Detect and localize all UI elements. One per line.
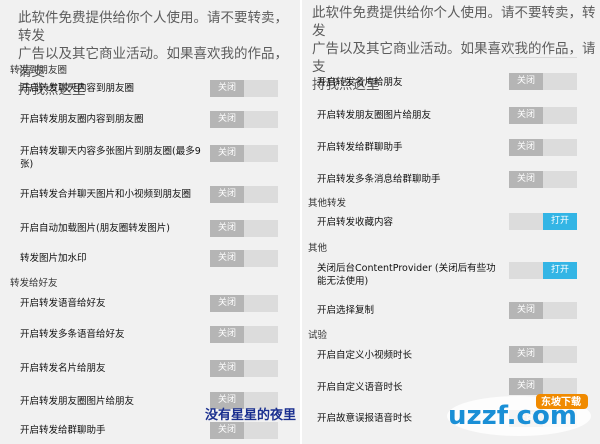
toggle-knob: 关闭 (210, 326, 244, 343)
setting-label: 开启转发语音给好友 (20, 298, 106, 309)
section-header-friends: 转发给好友 (10, 278, 58, 289)
toggle-switch[interactable]: 关闭 (210, 111, 278, 128)
notice-line: 广告以及其它商业活动。如果喜欢我的作品，请支 (312, 41, 596, 75)
toggle-knob: 关闭 (210, 145, 244, 162)
toggle-knob: 关闭 (210, 295, 244, 312)
setting-label: 开启转发名片给朋友 (20, 363, 106, 374)
toggle-switch[interactable]: 关闭 (509, 73, 577, 90)
setting-label: 开启转发朋友圈图片给朋友 (20, 396, 135, 407)
setting-label: 开启转发名片给朋友 (317, 77, 403, 88)
setting-label: 开启故意误报语音时长 (317, 413, 413, 424)
setting-label: 开启自定义语音时长 (317, 382, 403, 393)
section-header-moments: 转发到朋友圈 (10, 65, 68, 76)
setting-label: 开启转发朋友圈内容到朋友圈 (20, 114, 144, 125)
toggle-knob: 关闭 (509, 302, 543, 319)
toggle-switch[interactable]: 关闭 (509, 171, 577, 188)
uzzf-logo: uzzf.com 东坡下载 (447, 394, 591, 436)
toggle-knob: 关闭 (210, 360, 244, 377)
watermark-text: 没有星星的夜里 (205, 408, 297, 423)
setting-label: 开启转发聊天内容到朋友圈 (20, 83, 135, 94)
setting-label: 开启选择复制 (317, 305, 375, 316)
toggle-switch[interactable]: 关闭 (210, 186, 278, 203)
section-header-other-forward: 其他转发 (308, 198, 347, 209)
toggle-switch[interactable]: 关闭 (210, 422, 278, 439)
toggle-switch[interactable]: 关闭 (210, 295, 278, 312)
toggle-switch[interactable]: 打开 (509, 213, 577, 230)
toggle-switch[interactable]: 关闭 (210, 220, 278, 237)
setting-label: 转发图片加水印 (20, 253, 87, 264)
setting-label: 开启自定义小视频时长 (317, 350, 413, 361)
toggle-knob: 关闭 (210, 80, 244, 97)
toggle-switch[interactable]: 关闭 (210, 360, 278, 377)
setting-label: 开启转发聊天内容多张图片到朋友圈(最多9张) (20, 146, 201, 170)
section-header-test: 试验 (308, 330, 328, 341)
setting-label: 开启转发多条语音给好友 (20, 329, 125, 340)
logo-sub-text: 东坡下载 (541, 395, 581, 408)
setting-label: 关闭后台ContentProvider (关闭后有些功能无法使用) (317, 263, 496, 287)
toggle-knob: 关闭 (509, 139, 543, 156)
toggle-switch[interactable]: 打开 (509, 262, 577, 279)
toggle-knob: 关闭 (509, 107, 543, 124)
toggle-knob: 关闭 (509, 346, 543, 363)
toggle-knob: 关闭 (210, 250, 244, 267)
toggle-switch[interactable]: 关闭 (509, 302, 577, 319)
toggle-knob: 打开 (543, 213, 577, 230)
left-settings-panel: 此软件免费提供给你个人使用。请不要转卖，转发 广告以及其它商业活动。如果喜欢我的… (0, 0, 300, 444)
setting-label: 开启转发朋友圈图片给朋友 (317, 110, 432, 121)
notice-line: 此软件免费提供给你个人使用。请不要转卖，转发 (312, 5, 596, 39)
setting-label: 开启转发给群聊助手 (317, 142, 403, 153)
toggle-knob: 关闭 (509, 171, 543, 188)
toggle-knob: 关闭 (509, 73, 543, 90)
toggle-switch[interactable]: 关闭 (509, 107, 577, 124)
setting-label: 开启转发合并聊天图片和小视频到朋友圈 (20, 189, 192, 200)
toggle-switch[interactable]: 关闭 (509, 139, 577, 156)
notice-line: 此软件免费提供给你个人使用。请不要转卖，转发 (18, 10, 288, 44)
divider-line (509, 57, 577, 58)
setting-label: 开启转发多条消息给群聊助手 (317, 174, 441, 185)
right-settings-panel: 此软件免费提供给你个人使用。请不要转卖，转发 广告以及其它商业活动。如果喜欢我的… (302, 0, 600, 444)
toggle-knob: 关闭 (210, 422, 244, 439)
toggle-switch[interactable]: 关闭 (509, 346, 577, 363)
toggle-knob: 关闭 (210, 111, 244, 128)
toggle-switch[interactable]: 关闭 (210, 250, 278, 267)
toggle-knob: 关闭 (210, 220, 244, 237)
setting-label: 开启转发收藏内容 (317, 217, 394, 228)
toggle-switch[interactable]: 关闭 (210, 145, 278, 162)
toggle-knob: 关闭 (210, 186, 244, 203)
setting-label: 开启转发给群聊助手 (20, 425, 106, 436)
toggle-knob: 打开 (543, 262, 577, 279)
toggle-switch[interactable]: 关闭 (210, 80, 278, 97)
toggle-switch[interactable]: 关闭 (210, 326, 278, 343)
setting-label: 开启自动加载图片(朋友圈转发图片) (20, 223, 170, 234)
section-header-other: 其他 (308, 243, 328, 254)
